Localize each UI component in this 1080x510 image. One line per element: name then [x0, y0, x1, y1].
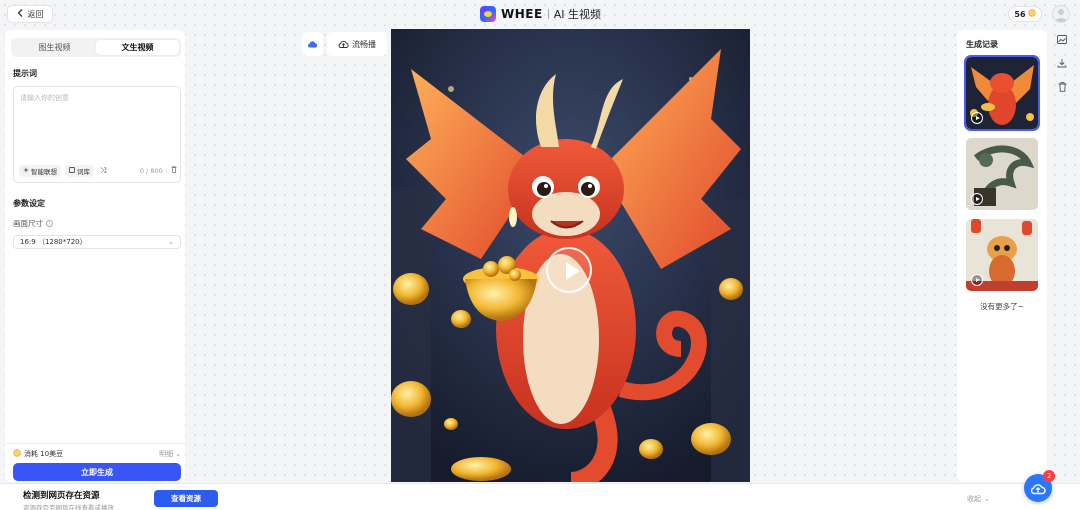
tab-image-to-video[interactable]: 图生视频 — [13, 40, 96, 55]
prompt-label: 提示词 — [13, 69, 37, 78]
sparkle-icon — [23, 166, 29, 175]
char-count-text: 0 / 800 — [139, 166, 163, 175]
coin-icon — [1027, 9, 1036, 19]
resource-subtitle: 资源存夸克网盘在线查看或播放 — [23, 504, 114, 510]
brand-separator — [547, 9, 549, 19]
aspect-ratio-value: 16:9 （1280*720） — [20, 238, 87, 246]
tab-text-to-video[interactable]: 文生视频 — [96, 40, 179, 55]
chevron-down-icon: ⌄ — [984, 495, 990, 503]
chevron-down-icon: ⌄ — [175, 450, 181, 458]
char-counter: 0 / 800 | — [140, 166, 177, 175]
resource-detect-bar: 检测到网页存在资源 资源存夸克网盘在线查看或播放 查看资源 收起 ⌄ — [0, 483, 1080, 510]
shuffle-icon[interactable]: ⤨ — [98, 166, 108, 176]
play-icon — [971, 112, 983, 124]
aspect-ratio-select[interactable]: 16:9 （1280*720） ⌄ — [13, 235, 181, 249]
chevron-left-icon — [17, 9, 24, 19]
history-title: 生成记录 — [966, 40, 998, 49]
smart-assoc-label: 智能联想 — [31, 167, 57, 176]
page-title: AI 生视频 — [553, 8, 601, 21]
coin-icon — [13, 449, 21, 459]
cloud-icon — [307, 41, 318, 48]
prompt-tools: 智能联想 词库 ⤨ 0 / 800 | — [19, 164, 177, 177]
history-thumb[interactable] — [964, 55, 1040, 131]
video-preview[interactable] — [391, 29, 750, 482]
params-label: 参数设定 — [13, 199, 45, 208]
brand-name: WHEE — [501, 7, 543, 21]
generate-button[interactable]: 立即生成 — [13, 463, 181, 481]
play-button[interactable] — [546, 247, 592, 293]
top-bar: 返回 WHEE AI 生视频 56 — [0, 0, 1080, 28]
resource-title: 检测到网页存在资源 — [23, 491, 100, 501]
collapse-toggle[interactable]: 收起 ⌄ — [967, 494, 990, 504]
play-icon — [971, 274, 983, 286]
left-panel: 图生视频 文生视频 提示词 请输入你的创意 智能联想 词库 ⤨ 0 / 800 … — [5, 30, 185, 482]
brand: WHEE AI 生视频 — [480, 5, 601, 23]
view-resource-button[interactable]: 查看资源 — [154, 490, 218, 507]
size-label-text: 画面尺寸 — [13, 219, 43, 228]
divider — [5, 443, 185, 444]
detail-label: 明细 — [159, 450, 174, 458]
canvas-toolbar: 流畅播 — [302, 32, 387, 56]
back-label: 返回 — [27, 9, 44, 19]
avatar[interactable] — [1052, 5, 1070, 23]
smooth-play-button[interactable]: 流畅播 — [327, 32, 387, 56]
prompt-input[interactable]: 请输入你的创意 智能联想 词库 ⤨ 0 / 800 | — [13, 86, 181, 183]
prompt-placeholder: 请输入你的创意 — [20, 94, 69, 102]
whee-logo-icon — [480, 6, 496, 22]
credits-badge[interactable]: 56 — [1008, 6, 1042, 22]
image-icon[interactable] — [1052, 30, 1072, 48]
trash-icon[interactable] — [1052, 78, 1072, 96]
cloud-upload-icon — [338, 40, 349, 48]
user-icon — [1055, 9, 1067, 22]
history-panel: 生成记录 没有更多了~ — [957, 30, 1047, 482]
smooth-play-label: 流畅播 — [352, 39, 376, 49]
size-label: 画面尺寸 i — [13, 218, 53, 229]
info-icon[interactable]: i — [46, 220, 53, 227]
smart-assoc-button[interactable]: 智能联想 — [19, 164, 61, 177]
lexicon-label: 词库 — [77, 167, 90, 176]
history-thumb[interactable] — [966, 138, 1038, 210]
side-actions — [1052, 30, 1072, 96]
credits-count: 56 — [1014, 9, 1026, 19]
cost-row: 消耗 10美豆 明细 ⌄ — [13, 449, 181, 459]
collapse-label: 收起 — [967, 495, 981, 503]
detail-toggle[interactable]: 明细 ⌄ — [159, 449, 181, 459]
lexicon-button[interactable]: 词库 — [65, 164, 94, 177]
notification-badge: 2 — [1043, 470, 1055, 482]
cloud-upload-icon — [1030, 483, 1046, 494]
back-button[interactable]: 返回 — [7, 5, 53, 23]
history-thumb[interactable] — [966, 219, 1038, 291]
cloud-icon-button[interactable] — [302, 32, 323, 56]
clear-trash-icon[interactable] — [171, 166, 177, 175]
mode-tabs: 图生视频 文生视频 — [11, 38, 181, 57]
download-icon[interactable] — [1052, 54, 1072, 72]
chevron-down-icon: ⌄ — [168, 238, 174, 246]
no-more-text: 没有更多了~ — [980, 302, 1024, 311]
play-icon — [971, 193, 983, 205]
book-icon — [69, 166, 75, 175]
cost-text: 消耗 10美豆 — [24, 450, 64, 458]
